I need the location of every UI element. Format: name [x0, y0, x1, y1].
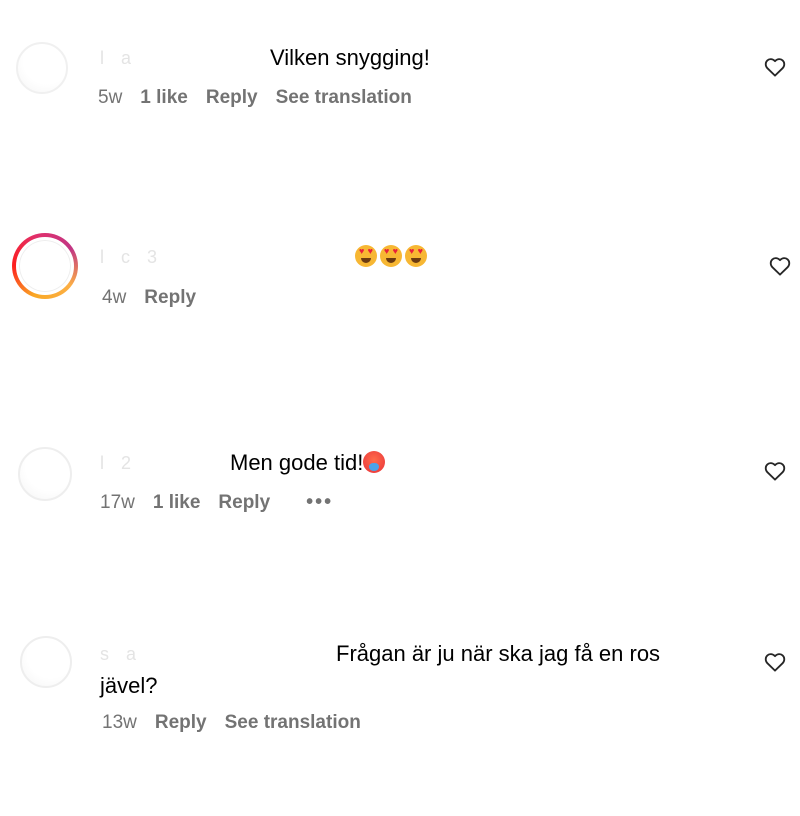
comment-time: 13w	[102, 712, 137, 733]
comment-username[interactable]: l 2	[100, 447, 230, 479]
avatar[interactable]	[20, 636, 72, 688]
comment-time: 4w	[102, 287, 127, 308]
see-translation-button[interactable]: See translation	[225, 712, 361, 733]
see-translation-button[interactable]: See translation	[276, 87, 412, 108]
heart-eyes-emoji	[380, 245, 402, 267]
likes-count[interactable]: 1 like	[140, 87, 188, 108]
comment-time: 17w	[100, 492, 135, 513]
heart-outline-icon[interactable]	[764, 461, 786, 481]
comment-body: l 2 Men gode tid!	[100, 447, 386, 479]
comment-text: Men gode tid!	[230, 450, 364, 475]
avatar-image	[16, 237, 74, 295]
comment-body: s a Frågan är ju när ska jag få en ros jä…	[100, 638, 720, 702]
reply-button[interactable]: Reply	[218, 492, 270, 513]
comment-text: Vilken snygging!	[270, 45, 430, 70]
comment-meta: 17w 1 like Reply •••	[100, 490, 351, 515]
comment-meta: 4w Reply	[102, 286, 214, 310]
comment-username[interactable]: l a	[100, 42, 270, 74]
heart-eyes-emoji	[405, 245, 427, 267]
heart-outline-icon[interactable]	[769, 256, 791, 276]
reply-button[interactable]: Reply	[144, 287, 196, 308]
comment-body: l a Vilken snygging!	[100, 42, 430, 74]
hot-face-emoji	[363, 451, 386, 473]
avatar[interactable]	[18, 447, 72, 501]
reply-button[interactable]: Reply	[206, 87, 258, 108]
comment-body: l c 3	[100, 241, 430, 273]
comment-username[interactable]: l c 3	[100, 241, 355, 273]
comment-username[interactable]: s a	[100, 638, 336, 670]
heart-outline-icon[interactable]	[764, 652, 786, 672]
reply-button[interactable]: Reply	[155, 712, 207, 733]
heart-eyes-emoji	[355, 245, 377, 267]
comment-time: 5w	[98, 87, 123, 108]
comment-meta: 13w Reply See translation	[102, 711, 379, 735]
heart-outline-icon[interactable]	[764, 57, 786, 77]
ellipsis-icon[interactable]: •••	[306, 491, 333, 513]
likes-count[interactable]: 1 like	[153, 492, 201, 513]
avatar[interactable]	[16, 42, 68, 94]
comment-meta: 5w 1 like Reply See translation	[98, 86, 430, 110]
avatar-with-story-ring[interactable]	[12, 233, 78, 299]
